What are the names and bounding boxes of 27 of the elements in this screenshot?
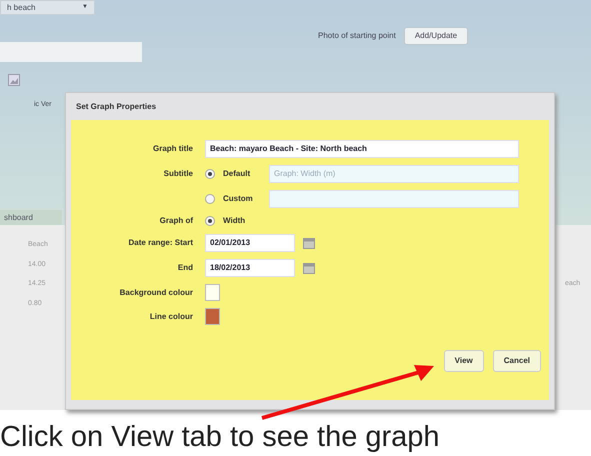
image-icon[interactable] bbox=[8, 74, 20, 86]
radio-label: Default bbox=[223, 168, 252, 180]
field-label: Subtitle bbox=[162, 168, 193, 180]
view-button[interactable]: View bbox=[444, 350, 484, 372]
field-label: Graph title bbox=[152, 143, 193, 155]
caption: Click on View tab to see the graph bbox=[0, 423, 440, 452]
colour-swatch[interactable] bbox=[205, 308, 220, 325]
field-label: Background colour bbox=[118, 286, 193, 298]
photo-label: Photo of starting point bbox=[318, 30, 396, 42]
calendar-icon[interactable] bbox=[303, 262, 315, 274]
add-update-button[interactable]: Add/Update bbox=[404, 27, 468, 45]
cancel-button[interactable]: Cancel bbox=[492, 350, 541, 372]
radio-button[interactable] bbox=[205, 216, 215, 226]
text-field[interactable] bbox=[0, 42, 142, 62]
field-label: Date range: Start bbox=[128, 237, 193, 249]
field-label: Graph of bbox=[158, 215, 193, 227]
date-field[interactable]: 02/01/2013 bbox=[205, 234, 295, 252]
radio-label: Width bbox=[223, 215, 246, 227]
dialog-title: Set Graph Properties bbox=[75, 101, 158, 113]
field-label: Line colour bbox=[148, 310, 193, 322]
colour-swatch[interactable] bbox=[205, 284, 220, 301]
title-field[interactable]: Beach: mayaro Beach - Site: North beach bbox=[205, 140, 519, 158]
radio-label: Custom bbox=[223, 193, 254, 205]
field-label: End bbox=[176, 262, 193, 274]
calendar-icon[interactable] bbox=[303, 237, 315, 249]
dashboard-tab[interactable]: shboard bbox=[0, 210, 62, 225]
date-field[interactable]: 18/02/2013 bbox=[205, 259, 295, 277]
